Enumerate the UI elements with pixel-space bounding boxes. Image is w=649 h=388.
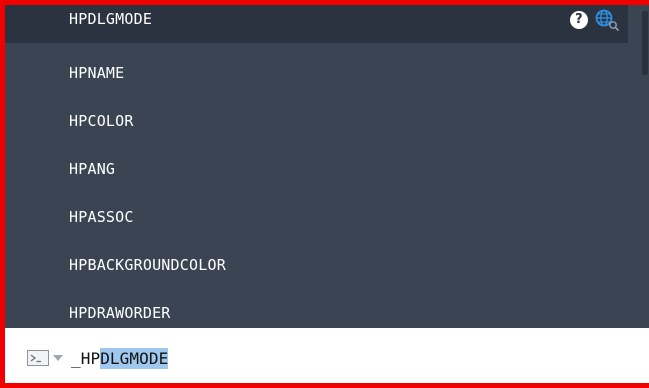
autocomplete-item-hpbackgroundcolor[interactable]: HPBACKGROUNDCOLOR [5,242,628,289]
autocomplete-item-label: HPASSOC [69,208,134,226]
help-icon[interactable]: ? [570,10,588,29]
item-actions: ? [570,8,620,32]
autocomplete-item-hpname[interactable]: HPNAME [5,50,628,97]
command-line[interactable]: _HP DLGMODE [5,328,649,383]
autocomplete-item-label: HPDLGMODE [69,10,153,28]
autocomplete-item-label: HPNAME [69,64,125,82]
autocomplete-item-label: HPANG [69,160,116,178]
chevron-down-icon[interactable] [53,355,63,361]
autocomplete-item-hpassoc[interactable]: HPASSOC [5,194,628,241]
scrollbar-thumb[interactable] [642,11,648,75]
autocomplete-item-label: HPBACKGROUNDCOLOR [69,256,226,274]
command-autocomplete-window: HPDLGMODE ? HPNAME HPCOLOR HPANG HPASSOC… [0,0,649,388]
command-prompt-icon[interactable] [27,350,49,366]
autocomplete-scrollbar[interactable] [641,5,649,328]
autocomplete-item-hpcolor[interactable]: HPCOLOR [5,98,628,145]
autocomplete-item-label: HPDRAWORDER [69,304,171,322]
autocomplete-item-label: HPCOLOR [69,112,134,130]
command-input[interactable]: _HP DLGMODE [71,347,169,369]
command-autocomplete-selection: DLGMODE [100,347,169,369]
web-search-icon[interactable] [594,8,620,32]
autocomplete-item-hpdlgmode[interactable]: HPDLGMODE ? [5,5,628,43]
autocomplete-list: HPDLGMODE ? HPNAME HPCOLOR HPANG HPASSOC… [5,5,649,328]
command-typed-text: _HP [71,348,101,368]
autocomplete-item-hpang[interactable]: HPANG [5,146,628,193]
